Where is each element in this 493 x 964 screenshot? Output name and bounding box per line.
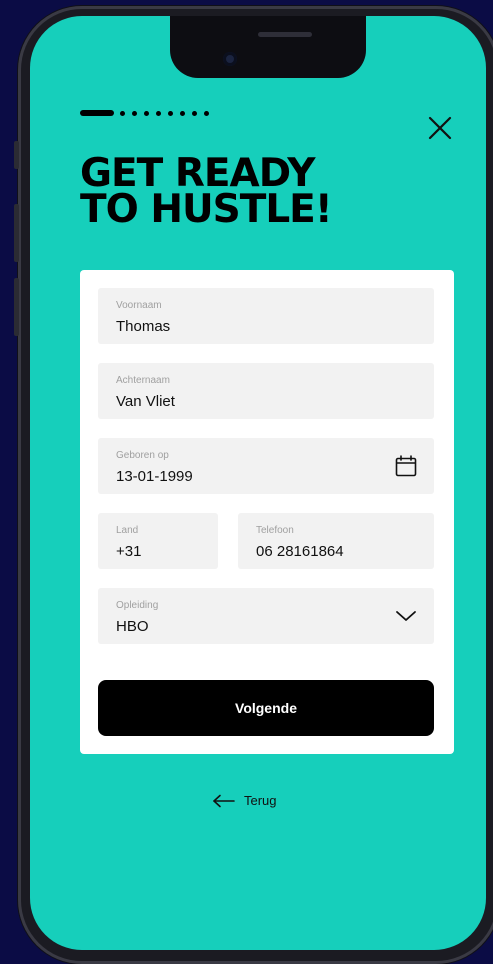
last-name-field[interactable]: Achternaam Van Vliet [98,363,434,419]
calendar-icon[interactable] [394,454,418,483]
progress-dot [204,110,209,116]
first-name-field[interactable]: Voornaam Thomas [98,288,434,344]
back-label: Terug [244,793,277,808]
progress-dot [120,110,125,116]
notch [170,16,366,78]
app-screen: GET READY TO HUSTLE! Voornaam Thomas Ach… [30,16,486,950]
education-value: HBO [116,618,149,635]
first-name-value: Thomas [116,318,171,335]
first-name-label: Voornaam [116,300,162,311]
country-code-label: Land [116,525,139,536]
speaker-grille [258,32,312,37]
progress-active-step [80,110,114,116]
close-button[interactable] [426,114,454,142]
close-icon [428,116,452,140]
last-name-value: Van Vliet [116,393,175,410]
next-button[interactable]: Volgende [98,680,434,736]
birth-date-label: Geboren op [116,450,169,461]
birth-date-field[interactable]: Geboren op 13-01-1999 [98,438,434,494]
page-title-line-2: TO HUSTLE! [80,187,333,232]
education-select[interactable]: Opleiding HBO [98,588,434,644]
step-progress-indicator [80,110,216,116]
page-title: GET READY TO HUSTLE! [80,154,333,232]
front-camera [223,52,237,66]
progress-dot [156,110,161,116]
progress-dot [132,110,137,116]
progress-dot [168,110,173,116]
last-name-label: Achternaam [116,375,170,386]
phone-label: Telefoon [256,525,294,536]
progress-dot [144,110,149,116]
chevron-down-icon [394,606,418,631]
volume-up-button [14,204,19,262]
phone-field[interactable]: Telefoon 06 28161864 [238,513,434,569]
registration-form-card: Voornaam Thomas Achternaam Van Vliet Geb… [80,270,454,754]
country-code-value: +31 [116,543,142,560]
progress-dot [180,110,185,116]
country-code-field[interactable]: Land +31 [98,513,218,569]
birth-date-value: 13-01-1999 [116,468,193,485]
back-link[interactable]: Terug [212,793,277,808]
progress-dot [192,110,197,116]
volume-down-button [14,278,19,336]
arrow-left-icon [213,794,235,807]
mute-switch [14,141,19,169]
phone-value: 06 28161864 [256,543,344,560]
education-label: Opleiding [116,600,159,611]
